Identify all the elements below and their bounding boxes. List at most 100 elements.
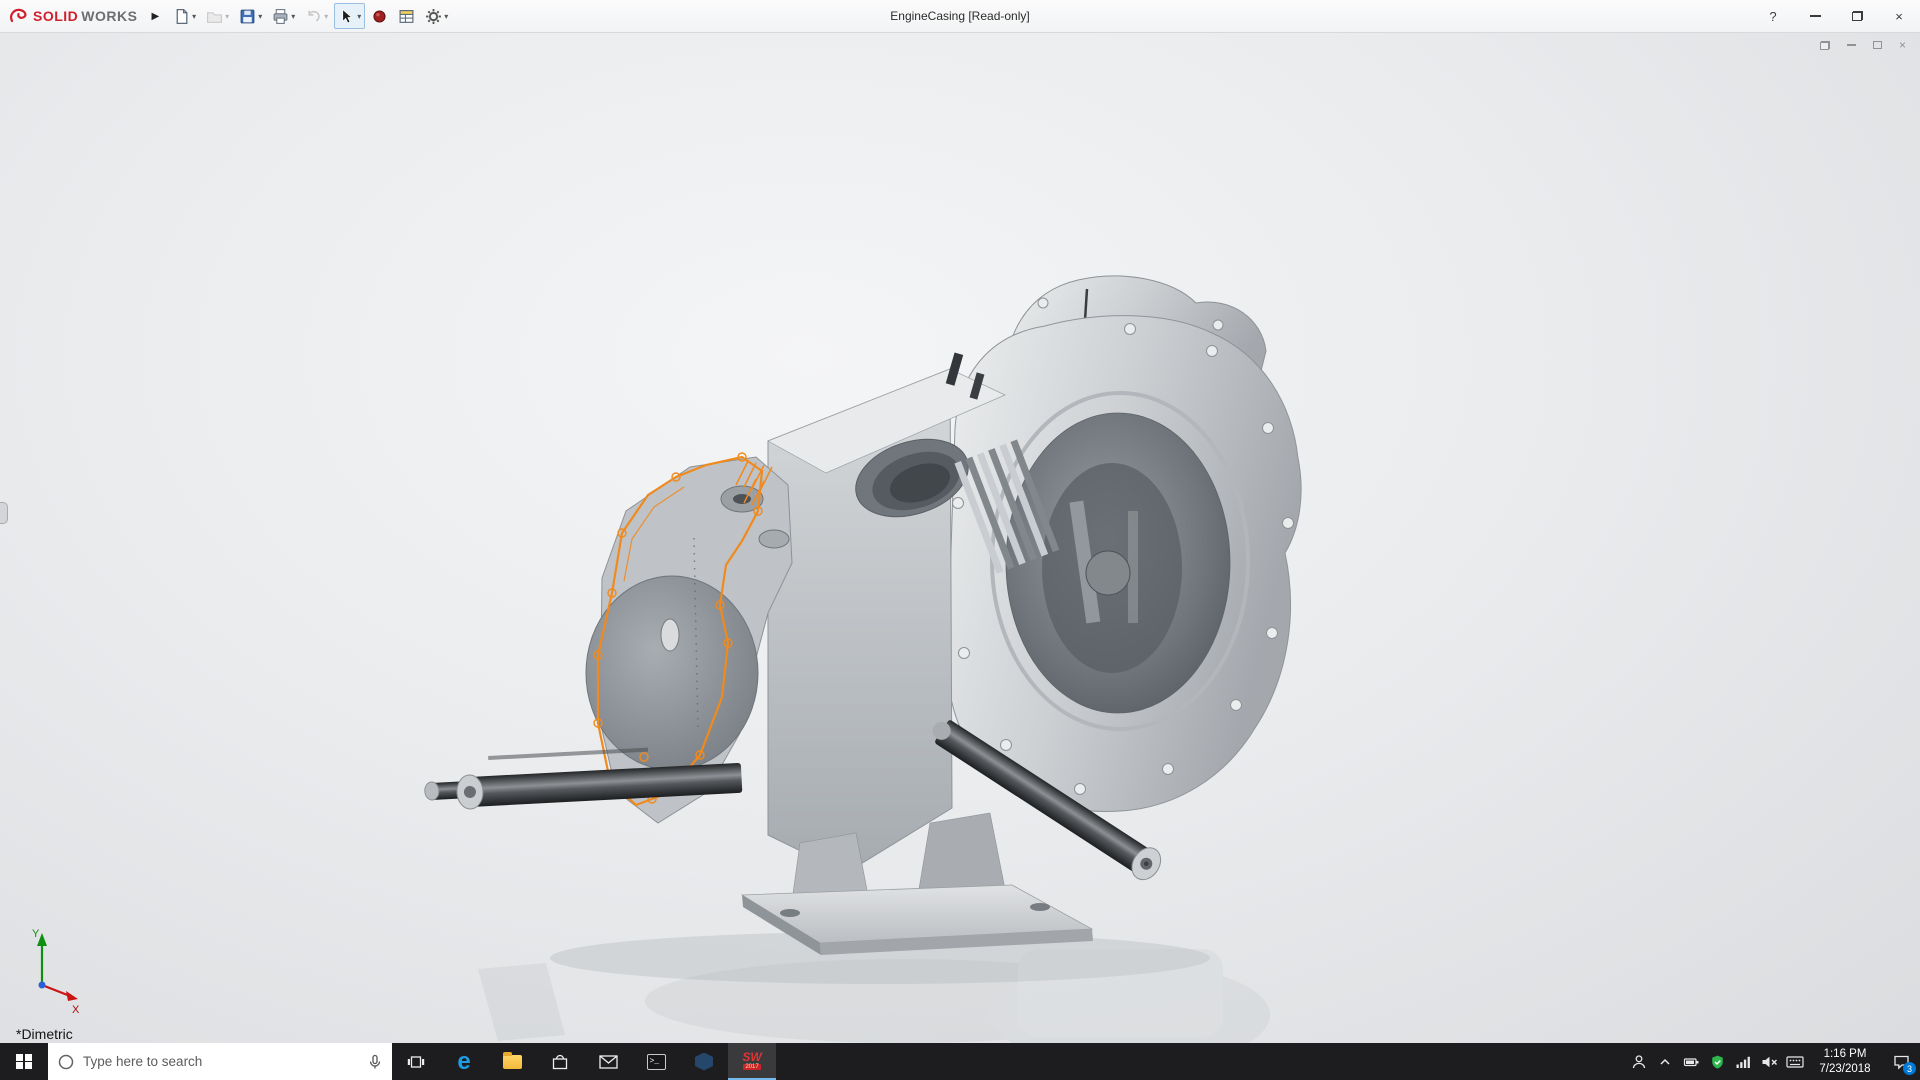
network-icon: [1735, 1054, 1751, 1070]
new-document-button[interactable]: ▾: [169, 3, 200, 29]
help-button[interactable]: ?: [1752, 0, 1794, 33]
file-explorer-icon: [503, 1055, 522, 1069]
chevron-down-icon: ▾: [444, 12, 448, 21]
ds-swirl-icon: [8, 6, 30, 26]
doc-minimize-button[interactable]: [1847, 44, 1856, 46]
chevron-down-icon: ▾: [192, 12, 196, 21]
titlebar: SOLIDWORKS ▶ ▾ ▾ ▾: [0, 0, 1920, 33]
chevron-down-icon: ▾: [291, 12, 295, 21]
triad-x-label: X: [72, 1004, 80, 1016]
doc-restore-button[interactable]: [1820, 41, 1830, 50]
triad-y-label: Y: [32, 928, 40, 940]
select-cursor-icon: [338, 8, 355, 25]
mail-button[interactable]: [584, 1043, 632, 1080]
solidworks-2017-icon: SW 2017: [742, 1051, 761, 1070]
taskbar-search[interactable]: [48, 1043, 392, 1080]
engine-casing-model[interactable]: [0, 33, 1920, 1043]
print-icon: [272, 8, 289, 25]
brand-works: WORKS: [81, 8, 137, 24]
mail-icon: [599, 1055, 618, 1069]
chevron-up-icon: [1658, 1055, 1672, 1069]
chevron-down-icon: ▾: [357, 12, 361, 21]
new-document-icon: [173, 8, 190, 25]
edge-button[interactable]: e: [440, 1043, 488, 1080]
gear-icon: [425, 8, 442, 25]
chevron-down-icon: ▾: [225, 12, 229, 21]
save-button[interactable]: ▾: [235, 3, 266, 29]
select-tool-button[interactable]: ▾: [334, 3, 365, 29]
battery-icon: [1683, 1054, 1700, 1070]
quick-toolbar: ▾ ▾ ▾ ▾: [169, 3, 452, 29]
action-center-button[interactable]: 3: [1882, 1043, 1920, 1080]
options-button[interactable]: ▾: [421, 3, 452, 29]
clock-time: 1:16 PM: [1808, 1047, 1882, 1062]
minimize-icon: [1810, 15, 1821, 17]
doc-minimize-icon: [1847, 44, 1856, 46]
people-icon: [1631, 1054, 1647, 1070]
start-button[interactable]: [0, 1043, 48, 1080]
chevron-down-icon: ▾: [258, 12, 262, 21]
chevron-down-icon: ▾: [324, 12, 328, 21]
solidworks-logo: SOLIDWORKS: [0, 6, 147, 26]
restore-button[interactable]: [1836, 0, 1878, 33]
store-icon: [551, 1053, 569, 1071]
command-prompt-button[interactable]: >_: [632, 1043, 680, 1080]
sw-icon-label: SW: [742, 1051, 761, 1063]
windows-logo-icon: [16, 1054, 32, 1070]
view-orientation-label: *Dimetric: [16, 1026, 73, 1042]
document-title: EngineCasing [Read-only]: [890, 9, 1029, 23]
print-button[interactable]: ▾: [268, 3, 299, 29]
show-hidden-icons-button[interactable]: [1652, 1043, 1678, 1080]
minimize-button[interactable]: [1794, 0, 1836, 33]
orientation-triad: Y X: [12, 921, 92, 1017]
brand-solid: SOLID: [33, 8, 78, 24]
clock-date: 7/23/2018: [1808, 1062, 1882, 1077]
doc-close-button[interactable]: ×: [1899, 38, 1906, 52]
edge-icon: e: [457, 1050, 470, 1074]
defender-shield-icon: [1710, 1054, 1725, 1070]
task-view-button[interactable]: [392, 1043, 440, 1080]
undo-button[interactable]: ▾: [301, 3, 332, 29]
file-properties-button[interactable]: [394, 3, 419, 29]
rebuild-icon: [371, 8, 388, 25]
open-button[interactable]: ▾: [202, 3, 233, 29]
keyboard-icon: [1786, 1055, 1804, 1069]
notification-badge: 3: [1903, 1062, 1916, 1075]
restore-icon: [1852, 11, 1863, 21]
network-button[interactable]: [1730, 1043, 1756, 1080]
file-properties-icon: [398, 8, 415, 25]
defender-button[interactable]: [1704, 1043, 1730, 1080]
main-housing[interactable]: [947, 316, 1301, 812]
microphone-icon[interactable]: [367, 1054, 383, 1070]
cortana-icon: [57, 1053, 75, 1071]
rebuild-button[interactable]: [367, 3, 392, 29]
taskbar-clock[interactable]: 1:16 PM 7/23/2018: [1808, 1047, 1882, 1077]
system-tray: 1:16 PM 7/23/2018 3: [1626, 1043, 1920, 1080]
open-icon: [206, 8, 223, 25]
file-explorer-button[interactable]: [488, 1043, 536, 1080]
edrawings-button[interactable]: [680, 1043, 728, 1080]
graphics-viewport[interactable]: ×: [0, 33, 1920, 1043]
task-view-icon: [407, 1054, 425, 1070]
doc-maximize-button[interactable]: [1873, 41, 1882, 49]
window-controls: ? ×: [1752, 0, 1920, 33]
save-icon: [239, 8, 256, 25]
battery-button[interactable]: [1678, 1043, 1704, 1080]
command-prompt-icon: >_: [647, 1054, 666, 1070]
people-button[interactable]: [1626, 1043, 1652, 1080]
solidworks-app-button[interactable]: SW 2017: [728, 1043, 776, 1080]
undo-icon: [305, 8, 322, 25]
edrawings-icon: [695, 1053, 713, 1071]
menu-flyout-icon[interactable]: ▶: [147, 11, 169, 22]
volume-muted-icon: [1761, 1054, 1778, 1070]
doc-maximize-icon: [1873, 41, 1882, 49]
store-button[interactable]: [536, 1043, 584, 1080]
doc-restore-icon: [1820, 41, 1830, 50]
sw-icon-year: 2017: [743, 1064, 760, 1070]
volume-button[interactable]: [1756, 1043, 1782, 1080]
search-input[interactable]: [83, 1054, 359, 1069]
touch-keyboard-button[interactable]: [1782, 1043, 1808, 1080]
document-window-controls: ×: [1820, 38, 1906, 52]
close-button[interactable]: ×: [1878, 0, 1920, 33]
windows-taskbar: e >_ SW 2017: [0, 1043, 1920, 1080]
